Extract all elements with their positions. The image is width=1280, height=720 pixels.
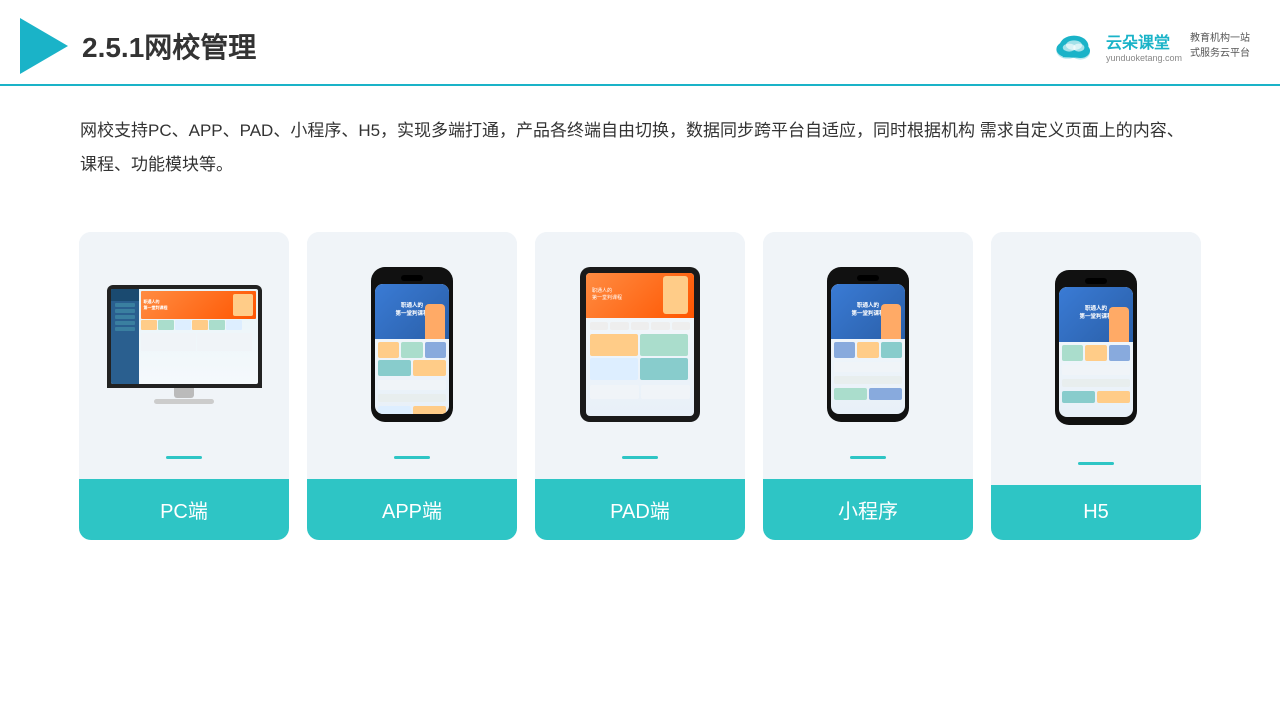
card-miniprogram-image: 职通人的第一堂判课程 xyxy=(763,232,973,452)
page-title: 2.5.1网校管理 xyxy=(82,26,256,66)
brand-logo xyxy=(1050,29,1098,63)
pad-tablet-icon: 职通人的第一堂判课程 xyxy=(580,267,700,422)
header-left: 2.5.1网校管理 xyxy=(20,18,256,74)
card-h5: 职通人的第一堂判课程 xyxy=(991,232,1201,540)
description-text: 网校支持PC、APP、PAD、小程序、H5，实现多端打通，产品各终端自由切换，数… xyxy=(80,121,1184,174)
card-pad-label: PAD端 xyxy=(535,479,745,540)
card-pc-image: 职通人的第一堂判课程 xyxy=(79,232,289,452)
card-pc-label: PC端 xyxy=(79,479,289,540)
card-pad: 职通人的第一堂判课程 xyxy=(535,232,745,540)
brand-name: 云朵课堂 xyxy=(1106,29,1182,53)
card-pc: 职通人的第一堂判课程 xyxy=(79,232,289,540)
miniprogram-phone-icon: 职通人的第一堂判课程 xyxy=(827,267,909,422)
cards-container: 职通人的第一堂判课程 xyxy=(0,202,1280,570)
card-app-image: 职通人的第一堂判课程 xyxy=(307,232,517,452)
logo-triangle-icon xyxy=(20,18,68,74)
h5-phone-icon: 职通人的第一堂判课程 xyxy=(1055,270,1137,425)
card-miniprogram-label: 小程序 xyxy=(763,479,973,540)
pc-monitor-icon: 职通人的第一堂判课程 xyxy=(107,285,262,404)
card-app-label: APP端 xyxy=(307,479,517,540)
page-description: 网校支持PC、APP、PAD、小程序、H5，实现多端打通，产品各终端自由切换，数… xyxy=(0,86,1280,192)
card-app: 职通人的第一堂判课程 xyxy=(307,232,517,540)
brand-slogan: 教育机构一站 式服务云平台 xyxy=(1190,31,1250,61)
card-miniprogram: 职通人的第一堂判课程 xyxy=(763,232,973,540)
card-pad-image: 职通人的第一堂判课程 xyxy=(535,232,745,452)
app-phone-icon: 职通人的第一堂判课程 xyxy=(371,267,453,422)
card-h5-image: 职通人的第一堂判课程 xyxy=(991,232,1201,458)
header-right: 云朵课堂 yunduoketang.com 教育机构一站 式服务云平台 xyxy=(1050,29,1250,63)
brand-url: yunduoketang.com xyxy=(1106,53,1182,63)
header: 2.5.1网校管理 云朵课堂 yunduoketang.com 教育机构一站 xyxy=(0,0,1280,86)
cloud-icon xyxy=(1050,29,1098,63)
brand-text-block: 云朵课堂 yunduoketang.com xyxy=(1106,29,1182,63)
card-h5-label: H5 xyxy=(991,485,1201,540)
